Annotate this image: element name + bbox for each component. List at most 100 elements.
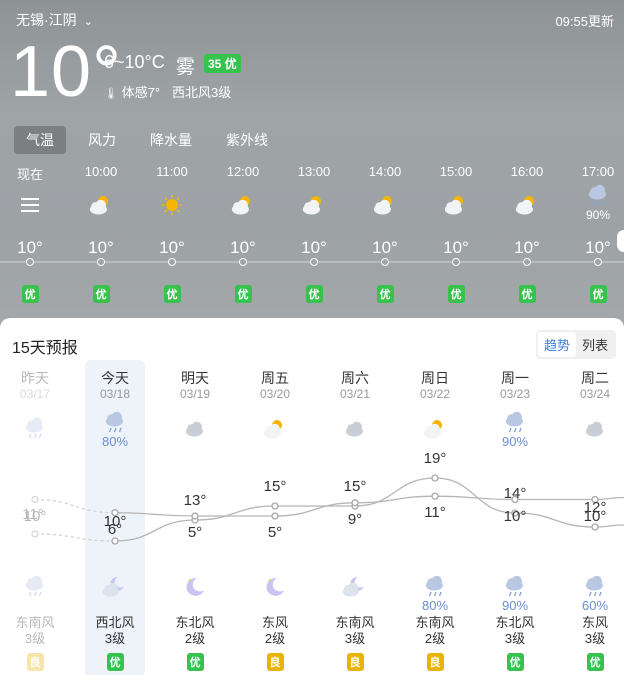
hour-aqi: 优	[213, 285, 273, 303]
low-point	[351, 499, 359, 507]
day-date: 03/21	[339, 387, 371, 401]
partly-cloudy-icon	[231, 196, 250, 215]
hour-temp: 10°	[88, 238, 114, 257]
high-temp: 14°	[503, 485, 527, 502]
low-point	[191, 512, 199, 520]
aqi-badge: 优	[506, 653, 524, 671]
partly-cloudy-icon	[89, 196, 108, 215]
cloud-icon	[585, 421, 603, 437]
partly-cloudy-icon	[423, 420, 442, 439]
day-precip-pct: 80%	[101, 434, 129, 449]
day-name: 周六	[341, 370, 369, 386]
aqi-badge: 优	[21, 285, 39, 303]
hour-aqi: 优	[568, 285, 624, 303]
hour-label: 13:00	[297, 164, 331, 179]
low-temp: 5°	[187, 524, 203, 541]
hour-aqi: 优	[355, 285, 415, 303]
aqi-badge: 优	[447, 285, 465, 303]
hour-temp-dot	[452, 258, 460, 266]
day-aqi: 优	[556, 653, 624, 671]
night-weather-icon	[236, 574, 314, 605]
hour-label: 现在	[16, 167, 43, 182]
hour-weather-icon	[497, 192, 557, 223]
low-temp: 6°	[107, 520, 123, 538]
day-date: 03/20	[259, 387, 291, 401]
hour-temp-dot	[26, 258, 34, 266]
hour-temp-dot	[168, 258, 176, 266]
high-point	[431, 474, 439, 482]
night-weather-icon	[0, 574, 74, 605]
day-aqi: 良	[316, 653, 394, 671]
wind-direction: 东南风	[415, 615, 455, 630]
night-weather-icon	[76, 574, 154, 605]
day-aqi: 良	[236, 653, 314, 671]
hour-label: 12:00	[226, 164, 260, 179]
day-date: 03/24	[579, 387, 611, 401]
wind-direction: 东北风	[175, 615, 215, 630]
rain-cloud-icon	[505, 575, 523, 597]
aqi-badge: 优	[305, 285, 323, 303]
hour-aqi: 优	[284, 285, 344, 303]
aqi-badge: 优	[106, 653, 124, 671]
wind-direction: 东南风	[15, 615, 55, 630]
wind-level: 3级	[584, 631, 606, 646]
low-temp: 5°	[267, 524, 283, 541]
low-temp: 10°	[583, 507, 607, 525]
aqi-badge: 优	[376, 285, 394, 303]
partly-cloudy-icon	[444, 196, 463, 215]
hour-precip-pct: 90%	[585, 208, 611, 222]
hour-temp: 10°	[301, 238, 327, 257]
hour-temp: 10°	[514, 238, 540, 257]
hour-weather-icon	[426, 192, 486, 223]
rain-cloud-icon	[505, 411, 523, 433]
hour-temp-dot	[97, 258, 105, 266]
rain-cloud-icon	[588, 184, 606, 206]
wind-level: 3级	[504, 631, 526, 646]
hour-aqi: 优	[497, 285, 557, 303]
day-aqi: 优	[476, 653, 554, 671]
day-date: 03/18	[99, 387, 131, 401]
hour-temp: 10°	[585, 238, 611, 257]
aqi-badge: 优	[163, 285, 181, 303]
scroll-handle[interactable]	[617, 230, 624, 252]
low-point	[271, 512, 279, 520]
hour-aqi: 优	[426, 285, 486, 303]
aqi-badge: 优	[186, 653, 204, 671]
hour-temp-dot	[594, 258, 602, 266]
hour-weather-icon	[355, 192, 415, 223]
partly-cloudy-icon	[302, 196, 321, 215]
low-point	[431, 492, 439, 500]
day-name: 周二	[581, 370, 609, 386]
day-weather-icon	[156, 416, 234, 447]
rain-cloud-icon	[25, 417, 43, 439]
hour-temp: 10°	[159, 238, 185, 257]
hour-temp: 10°	[230, 238, 256, 257]
day-name: 周一	[501, 370, 529, 386]
day-aqi: 良	[396, 653, 474, 671]
wind-level: 2级	[264, 631, 286, 646]
high-temp: 13°	[183, 492, 207, 509]
menu-icon	[21, 198, 39, 212]
low-temp: 9°	[347, 510, 363, 528]
aqi-badge: 良	[346, 653, 364, 671]
rain-cloud-icon	[25, 575, 43, 597]
wind-level: 2级	[424, 631, 446, 646]
wind-direction: 东风	[581, 615, 608, 630]
hour-label: 11:00	[156, 164, 188, 179]
wind-direction: 东风	[261, 615, 288, 630]
day-date: 03/17	[19, 387, 51, 401]
night-weather-icon	[316, 574, 394, 605]
high-point	[271, 502, 279, 510]
day-name: 周五	[261, 370, 289, 386]
hour-aqi: 优	[0, 285, 60, 303]
day-name: 明天	[181, 370, 209, 386]
aqi-badge: 优	[92, 285, 110, 303]
high-point	[591, 523, 599, 531]
high-temp: 19°	[423, 450, 447, 467]
high-point	[111, 537, 119, 545]
wind-level: 3级	[344, 631, 366, 646]
hour-label: 15:00	[439, 164, 473, 179]
wind-direction: 西北风	[95, 615, 135, 630]
night-precip-pct: 80%	[421, 598, 449, 613]
moon-cloud-icon	[102, 576, 124, 597]
